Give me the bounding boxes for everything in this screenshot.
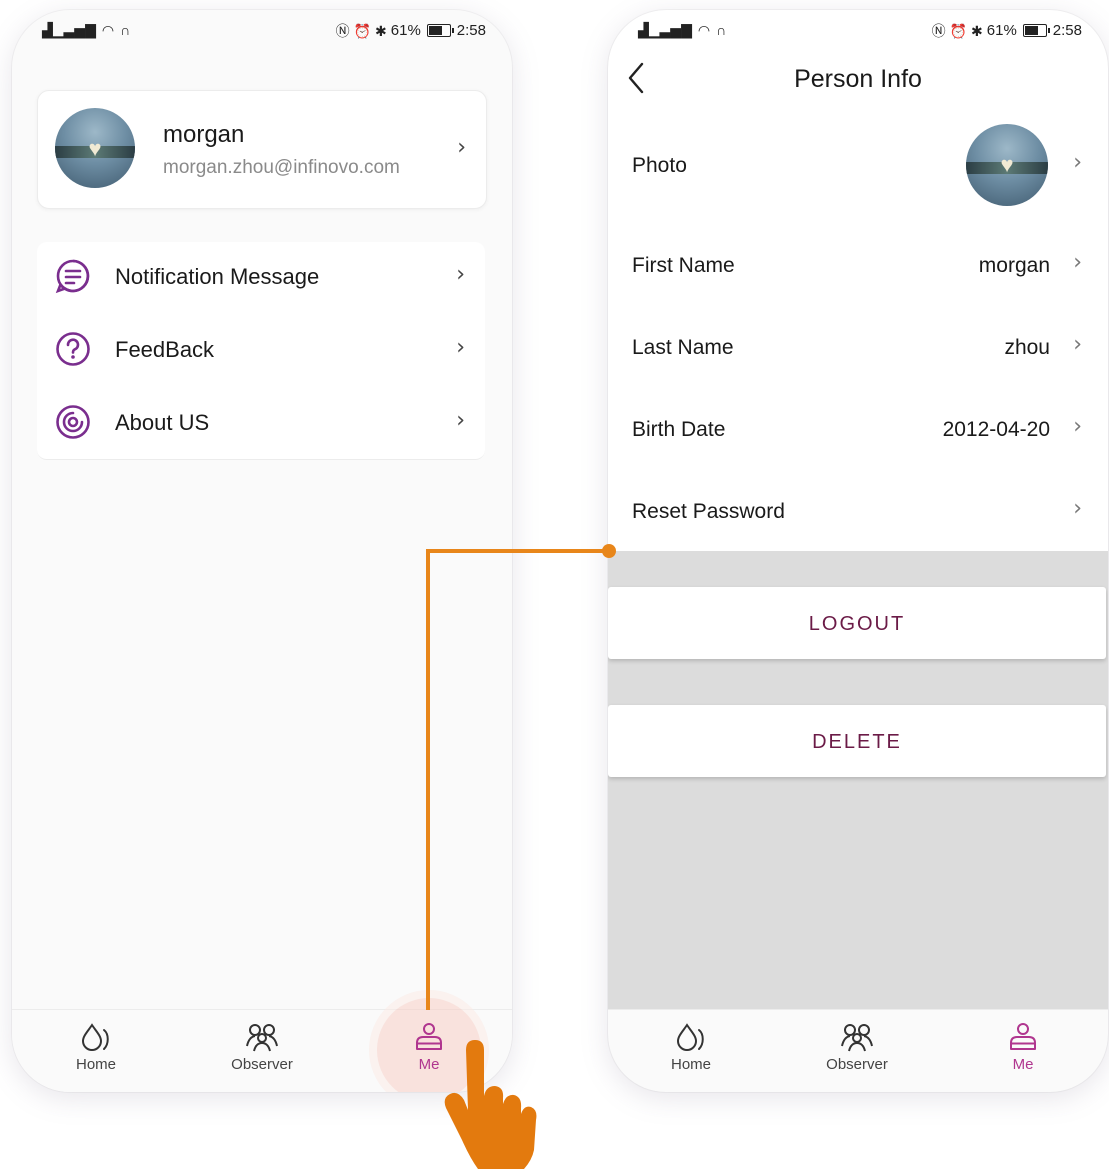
- people-icon: [841, 1024, 873, 1052]
- chevron-right-icon: ›: [1073, 414, 1082, 439]
- drop-icon: [81, 1023, 109, 1051]
- drop-icon: [676, 1023, 704, 1051]
- person-icon: [416, 1023, 442, 1050]
- tab-bar: Home Observer Me: [12, 998, 512, 1092]
- tab-label: Me: [1012, 1056, 1034, 1073]
- bluetooth-icon: ✱: [375, 22, 387, 39]
- profile-email: morgan.zhou@infinovo.com: [163, 157, 400, 178]
- chevron-right-icon: ›: [1073, 496, 1082, 521]
- tab-bar: Home Observer Me: [608, 1009, 1108, 1092]
- menu-item-label: Notification Message: [115, 264, 320, 289]
- battery-icon: [426, 24, 454, 37]
- row-label: Reset Password: [632, 500, 785, 523]
- tab-label: Home: [670, 1056, 711, 1073]
- nfc-icon: Ⓝ: [335, 22, 350, 39]
- chevron-right-icon: ›: [1073, 250, 1082, 275]
- chevron-right-icon: ›: [456, 335, 465, 360]
- status-bar: ▟▁▃▅▇ ◠ ∩ Ⓝ ⏰ ✱ 61% 2:58: [12, 10, 512, 52]
- row-value: morgan: [978, 254, 1050, 277]
- row-label: Birth Date: [632, 418, 726, 441]
- heart-icon: ♥: [88, 136, 102, 161]
- row-value: zhou: [1004, 336, 1050, 359]
- tab-home[interactable]: Home: [51, 1022, 141, 1073]
- delete-button[interactable]: DELETE: [608, 705, 1106, 777]
- row-first-name[interactable]: First Name morgan ›: [608, 224, 1108, 306]
- headphones-icon: ∩: [716, 22, 727, 38]
- row-label: Last Name: [632, 336, 734, 359]
- status-bar: ▟▁▃▅▇ ◠ ∩ Ⓝ ⏰ ✱ 61% 2:58: [608, 10, 1108, 52]
- tab-observer[interactable]: Observer: [812, 1022, 902, 1073]
- chevron-right-icon: ›: [457, 135, 466, 160]
- nfc-icon: Ⓝ: [931, 22, 946, 39]
- menu-item-label: About US: [115, 410, 210, 435]
- tab-observer[interactable]: Observer: [217, 1022, 307, 1073]
- chevron-right-icon: ›: [1073, 332, 1082, 357]
- avatar: ♥: [55, 108, 135, 188]
- menu-item-feedback[interactable]: FeedBack ›: [37, 315, 485, 387]
- chevron-right-icon: ›: [456, 408, 465, 433]
- tab-label: Home: [75, 1056, 116, 1073]
- chevron-right-icon: ›: [1073, 150, 1082, 175]
- tab-home[interactable]: Home: [646, 1022, 736, 1073]
- status-time: 2:58: [456, 22, 486, 39]
- battery-percent: 61%: [390, 22, 421, 39]
- tab-me[interactable]: Me: [384, 1022, 474, 1073]
- tab-label: Observer: [826, 1056, 888, 1073]
- row-value: 2012-04-20: [942, 418, 1050, 441]
- headphones-icon: ∩: [120, 22, 131, 38]
- alarm-icon: ⏰: [353, 22, 372, 39]
- page-title: Person Info: [794, 65, 922, 93]
- menu-item-about[interactable]: About US ›: [37, 388, 485, 460]
- tab-me[interactable]: Me: [978, 1022, 1068, 1073]
- person-icon: [1010, 1023, 1036, 1050]
- row-label: First Name: [632, 254, 735, 277]
- battery-percent: 61%: [986, 22, 1017, 39]
- tab-label: Observer: [231, 1056, 293, 1073]
- wifi-icon: ◠: [697, 22, 711, 38]
- chevron-right-icon: ›: [456, 262, 465, 287]
- signal-icon: ▟▁▃▅▇: [638, 22, 692, 38]
- about-icon: [56, 405, 90, 439]
- row-reset-password[interactable]: Reset Password ›: [608, 470, 1108, 552]
- profile-card[interactable]: ♥ morgan morgan.zhou@infinovo.com ›: [37, 90, 487, 209]
- signal-icon: ▟▁▃▅▇: [42, 22, 96, 38]
- profile-name: morgan: [163, 121, 245, 148]
- row-birth-date[interactable]: Birth Date 2012-04-20 ›: [608, 388, 1108, 470]
- bluetooth-icon: ✱: [971, 22, 983, 39]
- menu-item-label: FeedBack: [115, 337, 215, 362]
- menu-item-notification[interactable]: Notification Message ›: [37, 242, 485, 314]
- logout-button[interactable]: LOGOUT: [608, 587, 1106, 659]
- menu-list: Notification Message › FeedBack › About …: [37, 242, 485, 460]
- message-icon: [55, 259, 90, 294]
- people-icon: [246, 1024, 278, 1052]
- avatar: ♥: [966, 124, 1048, 206]
- left-phone-screen: ▟▁▃▅▇ ◠ ∩ Ⓝ ⏰ ✱ 61% 2:58 ♥ morgan morgan…: [12, 10, 512, 1092]
- tab-label: Me: [418, 1056, 440, 1073]
- row-last-name[interactable]: Last Name zhou ›: [608, 306, 1108, 388]
- status-time: 2:58: [1052, 22, 1082, 39]
- heart-icon: ♥: [1000, 152, 1014, 177]
- row-label: Photo: [632, 154, 687, 177]
- right-phone-screen: ▟▁▃▅▇ ◠ ∩ Ⓝ ⏰ ✱ 61% 2:58 Person Info Pho…: [608, 10, 1108, 1092]
- battery-icon: [1022, 24, 1050, 37]
- question-icon: [56, 332, 90, 366]
- alarm-icon: ⏰: [949, 22, 968, 39]
- wifi-icon: ◠: [101, 22, 115, 38]
